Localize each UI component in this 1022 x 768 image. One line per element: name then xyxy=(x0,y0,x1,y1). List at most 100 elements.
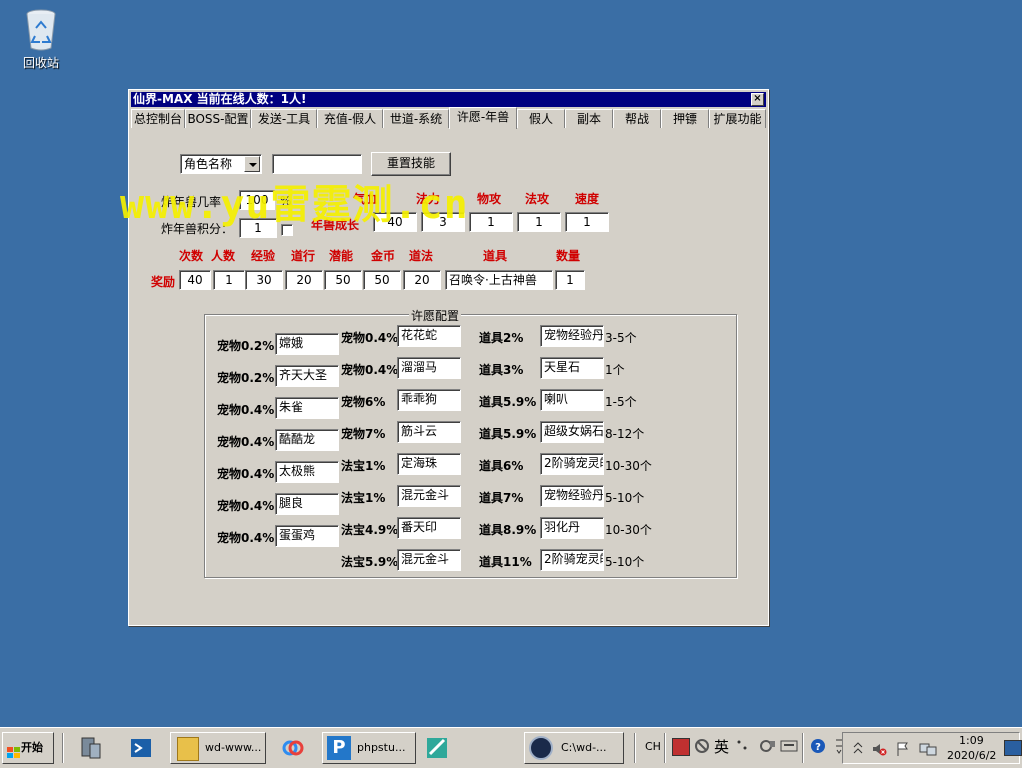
wish-c1-label: 宠物0.4% xyxy=(217,499,275,513)
ime-settings-icon[interactable] xyxy=(758,738,776,754)
wish-c3-input[interactable]: 喇叭 xyxy=(540,389,604,411)
reward-header-qty: 数量 xyxy=(556,249,581,263)
taskbar-separator xyxy=(634,733,636,763)
reward-dao-input[interactable]: 20 xyxy=(285,270,323,290)
wish-c1-label: 宠物0.4% xyxy=(217,467,275,481)
reward-item-input[interactable]: 召唤令·上古神兽 xyxy=(445,270,553,290)
wish-c1-input[interactable]: 嫦娥 xyxy=(275,333,339,355)
tab-extensions[interactable]: 扩展功能 xyxy=(709,109,766,128)
wish-c3-input[interactable]: 天星石 xyxy=(540,357,604,379)
clock-time[interactable]: 1:09 xyxy=(959,734,984,747)
wish-c3-qty: 3-5个 xyxy=(605,331,637,345)
network-icon[interactable] xyxy=(919,741,937,757)
start-button[interactable]: 开始 xyxy=(2,732,54,764)
close-button[interactable]: × xyxy=(751,93,764,106)
help-icon[interactable]: ? xyxy=(810,738,826,754)
wish-c3-label: 道具7% xyxy=(479,491,524,505)
wish-c1-input[interactable]: 朱雀 xyxy=(275,397,339,419)
wish-c3-input[interactable]: 宠物经验丹 xyxy=(540,485,604,507)
wish-c1-input[interactable]: 腿良 xyxy=(275,493,339,515)
growth-header-matk: 法攻 xyxy=(525,192,550,206)
wish-c1-input[interactable]: 蛋蛋鸡 xyxy=(275,525,339,547)
no-symbol-icon[interactable] xyxy=(694,738,710,754)
wish-c3-qty: 10-30个 xyxy=(605,459,652,473)
wish-c3-input[interactable]: 超级女娲石 xyxy=(540,421,604,443)
wish-c3-label: 道具6% xyxy=(479,459,524,473)
tab-console[interactable]: 总控制台 xyxy=(131,109,185,128)
wish-c2-input[interactable]: 溜溜马 xyxy=(397,357,461,379)
wish-c1-input[interactable]: 太极熊 xyxy=(275,461,339,483)
tab-wish-nian[interactable]: 许愿-年兽 xyxy=(449,107,517,129)
wish-c3-qty: 5-10个 xyxy=(605,491,645,505)
wish-c2-input[interactable]: 花花蛇 xyxy=(397,325,461,347)
growth-matk-input[interactable]: 1 xyxy=(517,212,561,232)
tab-recharge[interactable]: 充值-假人 xyxy=(317,109,383,128)
wish-c3-input[interactable]: 羽化丹 xyxy=(540,517,604,539)
wish-c1-label: 宠物0.4% xyxy=(217,531,275,545)
recycle-bin-desktop-icon[interactable]: 回收站 xyxy=(14,8,68,71)
keyboard-icon[interactable] xyxy=(780,738,798,754)
taskbar-phpstudy-button[interactable]: P phpstu... xyxy=(322,732,416,764)
ime-lang-indicator[interactable]: 英 xyxy=(714,736,729,757)
punctuation-icon[interactable] xyxy=(736,738,750,754)
reward-exp-input[interactable]: 30 xyxy=(245,270,283,290)
clock-date[interactable]: 2020/6/2 xyxy=(947,749,996,762)
wish-c3-label: 道具5.9% xyxy=(479,395,537,409)
wish-c1-label: 宠物0.4% xyxy=(217,435,275,449)
ime-indicator[interactable]: CH xyxy=(645,740,661,753)
wish-c3-input[interactable]: 2阶骑宠灵魄 xyxy=(540,549,604,571)
flag-icon[interactable] xyxy=(895,741,911,757)
wish-c1-label: 宠物0.2% xyxy=(217,339,275,353)
reward-count-input[interactable]: 40 xyxy=(179,270,211,290)
reward-potential-input[interactable]: 50 xyxy=(324,270,362,290)
wish-c3-input[interactable]: 2阶骑宠灵魄 xyxy=(540,453,604,475)
wish-c2-input[interactable]: 筋斗云 xyxy=(397,421,461,443)
tab-guild-war[interactable]: 帮战 xyxy=(613,109,661,128)
role-name-input[interactable] xyxy=(272,154,362,174)
reward-players-input[interactable]: 1 xyxy=(213,270,245,290)
show-desktop-icon[interactable] xyxy=(1004,740,1022,756)
tab-boss-config[interactable]: BOSS-配置 xyxy=(185,109,251,128)
reward-qty-input[interactable]: 1 xyxy=(555,270,585,290)
wish-c3-input[interactable]: 宠物经验丹 xyxy=(540,325,604,347)
tab-bots[interactable]: 假人 xyxy=(517,109,565,128)
speaker-muted-icon[interactable] xyxy=(871,741,887,757)
ime-toolbar-icon[interactable] xyxy=(672,738,690,756)
tab-dungeon[interactable]: 副本 xyxy=(565,109,613,128)
wish-c1-label: 宠物0.2% xyxy=(217,371,275,385)
role-select-value: 角色名称 xyxy=(184,157,233,171)
tab-world-system[interactable]: 世道-系统 xyxy=(383,109,449,128)
title-bar[interactable]: 仙界-MAX 当前在线人数：1人! × xyxy=(131,92,766,107)
app-logo-icon xyxy=(529,736,553,760)
powershell-icon[interactable] xyxy=(130,736,152,760)
wish-c2-input[interactable]: 乖乖狗 xyxy=(397,389,461,411)
role-select[interactable]: 角色名称 xyxy=(180,154,262,174)
wish-c2-input[interactable]: 混元金斗 xyxy=(397,485,461,507)
tab-send-tools[interactable]: 发送-工具 xyxy=(251,109,317,128)
taskbar-cmd-button[interactable]: C:\wd-... xyxy=(524,732,624,764)
growth-patk-input[interactable]: 1 xyxy=(469,212,513,232)
wish-c1-input[interactable]: 酷酷龙 xyxy=(275,429,339,451)
wish-c2-input[interactable]: 混元金斗 xyxy=(397,549,461,571)
taskbar-explorer-button[interactable]: wd-www... xyxy=(170,732,266,764)
wish-c1-input[interactable]: 齐天大圣 xyxy=(275,365,339,387)
taskbar: 开始 wd-www... P phpstu... C:\wd-... CH 英 xyxy=(0,727,1022,768)
wish-c3-qty: 1个 xyxy=(605,363,625,377)
reward-header-exp: 经验 xyxy=(251,249,276,263)
recycle-bin-icon xyxy=(24,8,58,52)
reward-header-count: 次数 xyxy=(179,249,204,263)
reward-gold-input[interactable]: 50 xyxy=(363,270,401,290)
app-window: 仙界-MAX 当前在线人数：1人! × 总控制台 BOSS-配置 发送-工具 充… xyxy=(128,89,769,626)
wish-c1-label: 宠物0.4% xyxy=(217,403,275,417)
wish-c2-input[interactable]: 定海珠 xyxy=(397,453,461,475)
tab-escort[interactable]: 押镖 xyxy=(661,109,709,128)
chevron-up-icon[interactable] xyxy=(853,741,863,755)
wish-c2-input[interactable]: 番天印 xyxy=(397,517,461,539)
reward-daofa-input[interactable]: 20 xyxy=(403,270,441,290)
app-icon-green[interactable] xyxy=(426,736,448,760)
growth-speed-input[interactable]: 1 xyxy=(565,212,609,232)
wish-c3-label: 道具3% xyxy=(479,363,524,377)
chevron-down-icon[interactable] xyxy=(244,156,260,172)
server-manager-icon[interactable] xyxy=(80,736,102,760)
baidu-netdisk-icon[interactable] xyxy=(282,736,304,760)
